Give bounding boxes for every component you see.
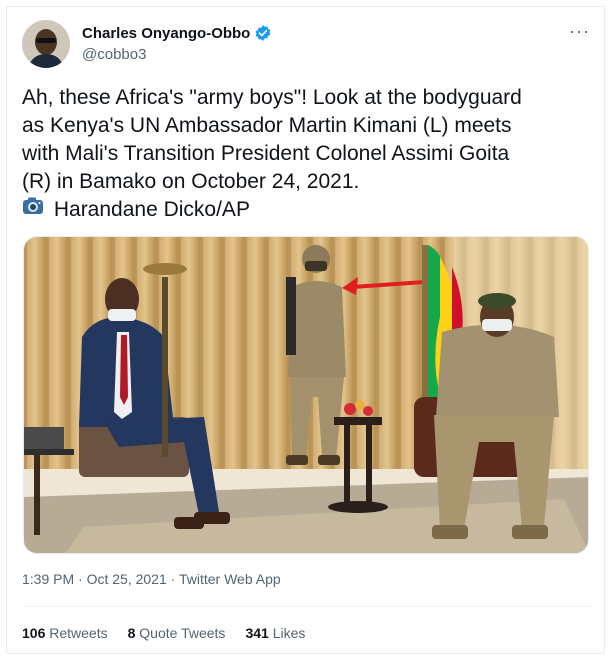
tweet-header: Charles Onyango-Obbo @cobbo3 ···	[22, 20, 594, 70]
tweet-date[interactable]: Oct 25, 2021	[87, 571, 167, 587]
tweet-line: (R) in Bamako on October 24, 2021.	[22, 170, 360, 193]
tweet-photo[interactable]	[23, 236, 589, 554]
avatar[interactable]	[22, 20, 70, 68]
retweets-count: 106	[22, 625, 46, 641]
tweet-line: Ah, these Africa's "army boys"! Look at …	[22, 86, 522, 109]
tweet-line: with Mali's Transition President Colonel…	[22, 142, 510, 165]
retweets-stat[interactable]: 106 Retweets	[22, 625, 108, 641]
user-handle[interactable]: @cobbo3	[82, 46, 146, 63]
credit-text: Harandane Dicko/AP	[53, 198, 250, 221]
tweet-text: Ah, these Africa's "army boys"! Look at …	[22, 84, 592, 224]
verified-badge-icon	[256, 25, 271, 41]
meta-separator: ·	[170, 571, 176, 587]
quote-tweets-stat[interactable]: 8 Quote Tweets	[128, 625, 226, 641]
quotes-label: Quote Tweets	[139, 625, 226, 641]
tweet-time[interactable]: 1:39 PM	[22, 571, 74, 587]
tweet-source[interactable]: Twitter Web App	[179, 571, 281, 587]
photo-credit: Harandane Dicko/AP	[22, 196, 592, 224]
retweets-label: Retweets	[49, 625, 108, 641]
more-dots-icon[interactable]: ···	[569, 22, 590, 40]
likes-stat[interactable]: 341 Likes	[245, 625, 305, 641]
likes-label: Likes	[272, 625, 306, 641]
divider	[22, 606, 592, 607]
quotes-count: 8	[127, 625, 136, 641]
tweet-meta: 1:39 PM · Oct 25, 2021 · Twitter Web App	[22, 571, 281, 587]
display-name[interactable]: Charles Onyango-Obbo	[82, 25, 250, 42]
camera-icon	[23, 197, 43, 214]
tweet-line: as Kenya's UN Ambassador Martin Kimani (…	[22, 114, 512, 137]
tweet-stats: 106 Retweets 8 Quote Tweets 341 Likes	[22, 625, 325, 641]
photo-illustration	[24, 237, 588, 553]
meta-separator: ·	[78, 571, 83, 587]
likes-count: 341	[245, 625, 269, 641]
